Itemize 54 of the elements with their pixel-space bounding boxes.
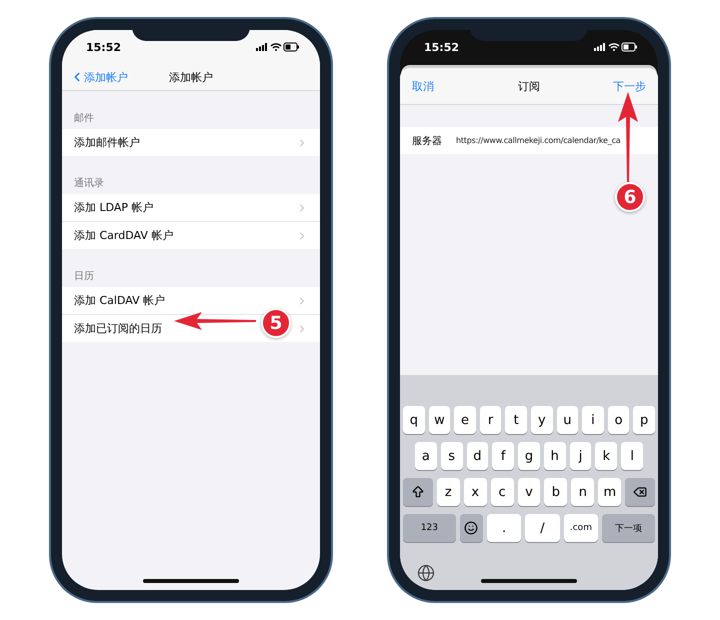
settings-row[interactable]: 添加 LDAP 帐户 [62, 194, 320, 221]
key[interactable]: s [440, 442, 463, 470]
key[interactable]: l [621, 442, 644, 470]
emoji-icon [464, 521, 478, 535]
key[interactable]: o [608, 406, 630, 434]
key[interactable]: t [505, 406, 527, 434]
key[interactable]: q [403, 406, 425, 434]
key[interactable]: d [466, 442, 488, 470]
shift-key[interactable] [402, 478, 433, 506]
section-header: 通讯录 [73, 176, 105, 191]
emoji-key[interactable] [460, 514, 483, 542]
key[interactable]: p [633, 406, 655, 434]
key[interactable]: v [518, 478, 540, 506]
key[interactable]: z [436, 478, 460, 506]
key[interactable]: n [571, 478, 594, 506]
globe-button[interactable] [417, 564, 437, 584]
key[interactable]: f [492, 442, 514, 470]
status-icons [594, 42, 638, 52]
key[interactable]: e [454, 406, 476, 434]
key[interactable]: k [595, 442, 618, 470]
cancel-button[interactable]: 取消 [412, 78, 434, 94]
key[interactable]: r [480, 406, 502, 434]
delete-icon [633, 485, 648, 499]
key[interactable]: j [570, 442, 592, 470]
key[interactable]: g [518, 442, 540, 470]
server-field[interactable]: 服务器 https://www.callmekeji.com/calendar/ke_ca [400, 127, 658, 154]
status-time: 15:52 [424, 40, 460, 54]
key[interactable]: u [556, 406, 578, 434]
key[interactable]: x [464, 478, 487, 506]
delete-key[interactable] [625, 478, 656, 506]
key[interactable]: y [531, 406, 553, 434]
status-time: 15:52 [86, 40, 122, 54]
next-button[interactable]: 下一步 [613, 78, 646, 94]
section-header: 邮件 [73, 112, 95, 126]
key[interactable]: m [598, 478, 622, 506]
key[interactable]: i [582, 406, 604, 434]
key[interactable]: . [486, 514, 522, 542]
key[interactable]: / [525, 514, 560, 542]
settings-row[interactable]: 添加 CardDAV 帐户 [62, 221, 320, 249]
key[interactable]: b [544, 478, 568, 506]
back-link[interactable]: 添加帐户 [70, 70, 169, 84]
key[interactable]: w [428, 406, 450, 434]
key[interactable]: h [544, 442, 566, 470]
nav-title: 添加帐户 [169, 70, 213, 84]
status-icons [256, 42, 300, 52]
key[interactable]: .com [564, 514, 598, 542]
shift-icon [410, 485, 425, 499]
section-header: 日历 [73, 270, 95, 284]
func-key[interactable]: 123 [403, 514, 456, 542]
func-key[interactable]: 下一项 [602, 514, 655, 542]
sheet-title: 订阅 [518, 78, 540, 94]
settings-row[interactable]: 添加邮件帐户 [62, 129, 320, 156]
key[interactable]: c [490, 478, 514, 506]
key[interactable]: a [414, 442, 437, 470]
